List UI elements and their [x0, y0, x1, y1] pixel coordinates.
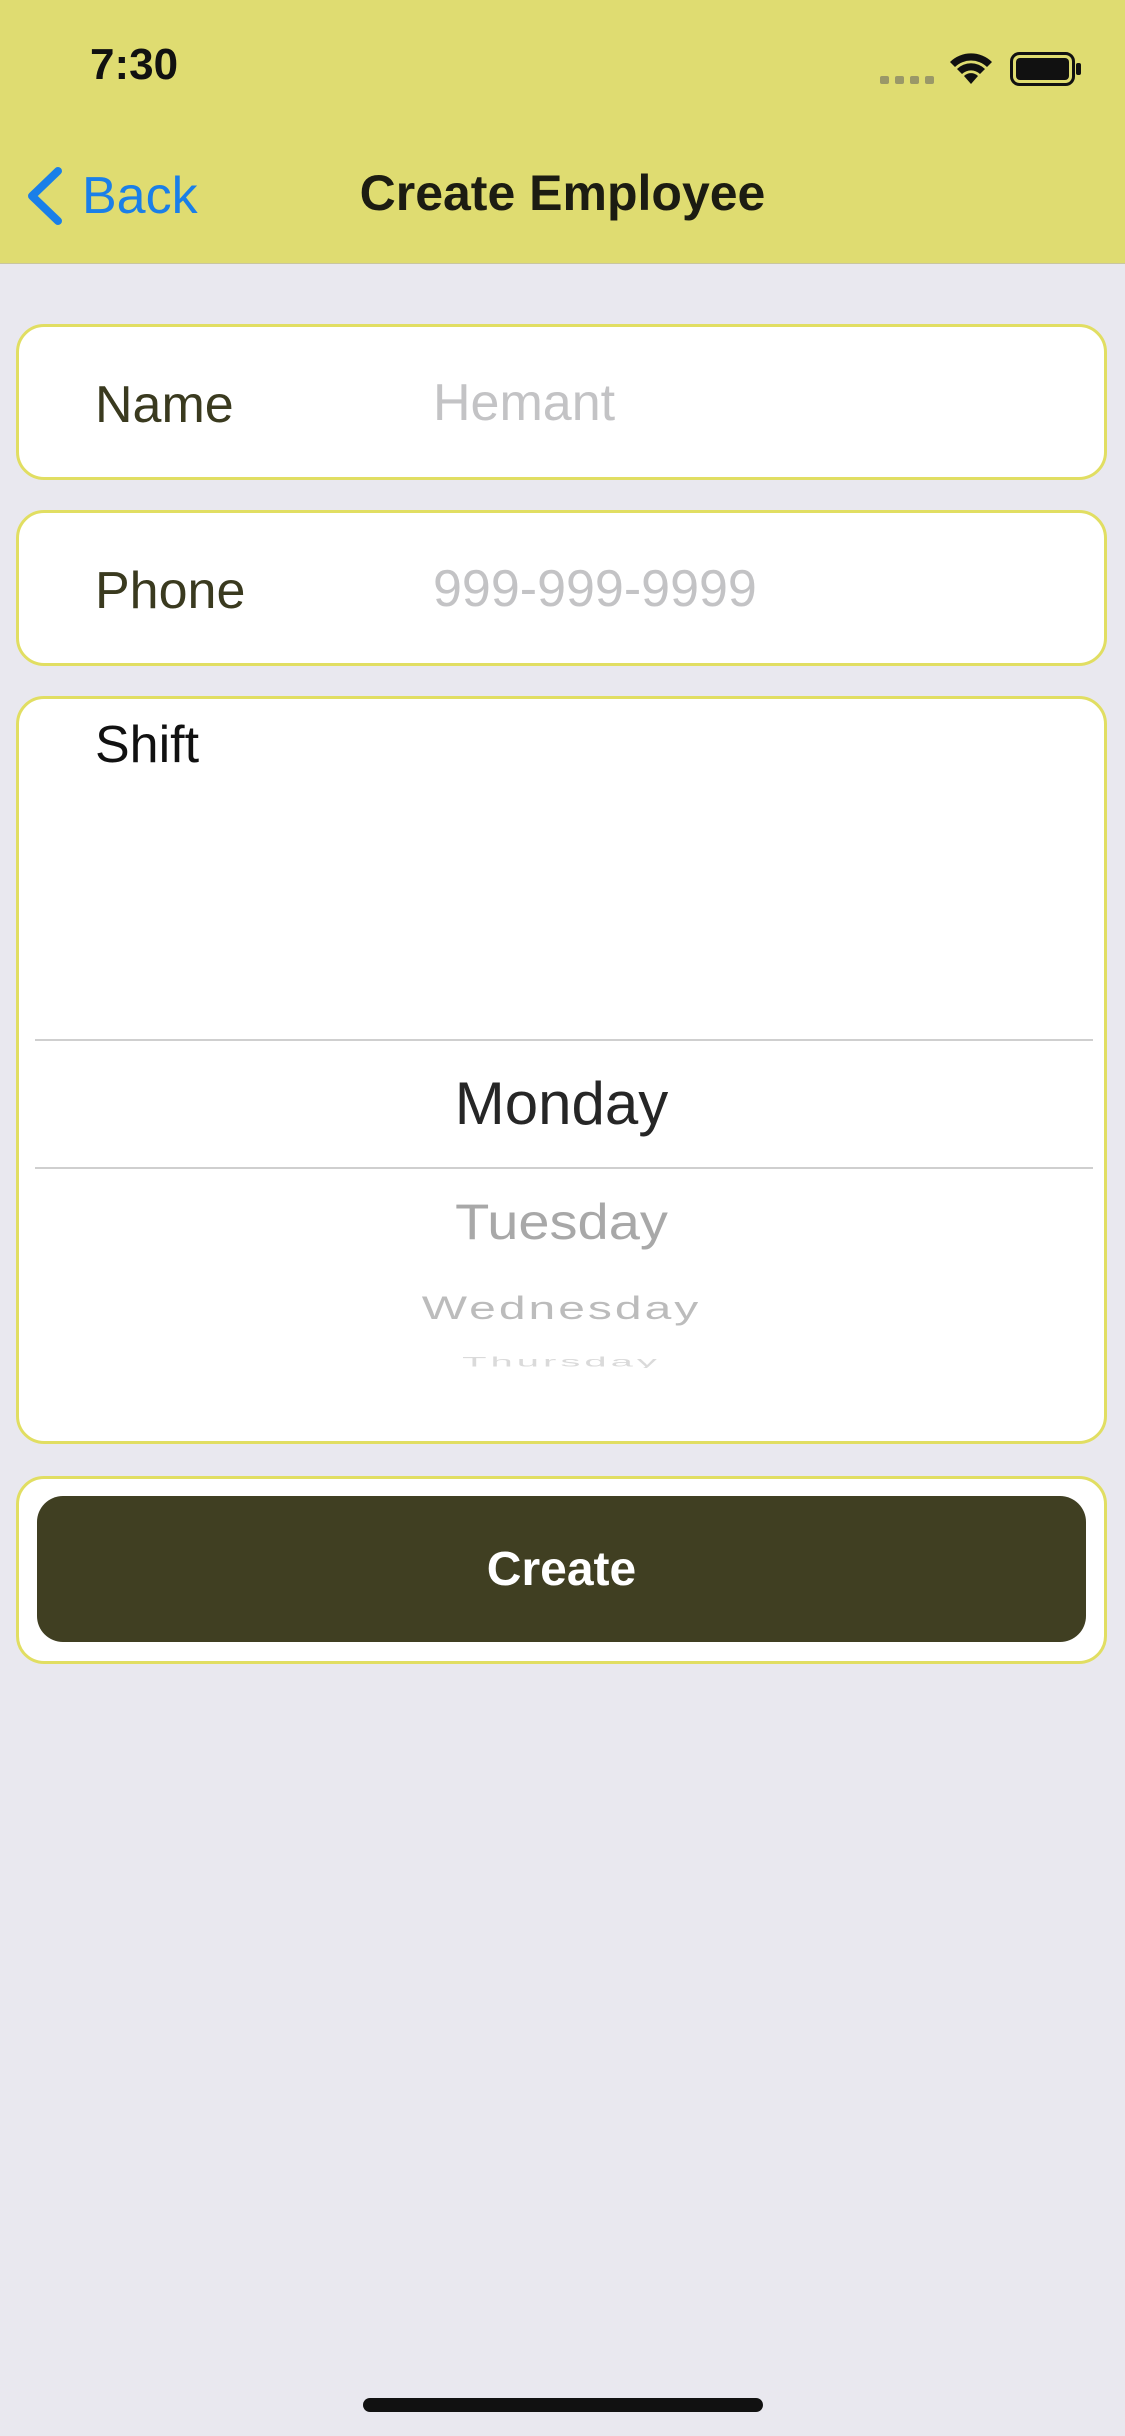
battery-icon — [1010, 52, 1081, 86]
phone-field-card: Phone — [16, 510, 1107, 666]
picker-selection-top-line — [35, 1039, 1093, 1041]
picker-option[interactable]: Tuesday — [19, 1192, 1104, 1251]
picker-option-selected[interactable]: Monday — [19, 1069, 1104, 1138]
picker-option[interactable]: Wednesday — [19, 1290, 1104, 1327]
page-title: Create Employee — [359, 165, 766, 221]
home-indicator[interactable] — [363, 2398, 763, 2412]
status-time: 7:30 — [90, 40, 179, 89]
shift-label: Shift — [95, 716, 200, 774]
signal-icon — [880, 76, 934, 84]
name-label: Name — [95, 376, 234, 434]
create-button-card: Create — [16, 1476, 1107, 1664]
name-input[interactable] — [433, 371, 1073, 435]
picker-selection-bottom-line — [35, 1167, 1093, 1169]
name-field-card: Name — [16, 324, 1107, 480]
picker-option[interactable]: Thursday — [19, 1354, 1104, 1368]
navigation-bar: 7:30 Back Create Employee — [0, 0, 1125, 264]
create-button[interactable]: Create — [37, 1496, 1086, 1642]
shift-picker-card: Shift Monday Tuesday Wednesday Thursday — [16, 696, 1107, 1444]
wifi-icon — [950, 53, 992, 84]
phone-input[interactable] — [433, 557, 1073, 621]
phone-label: Phone — [95, 562, 246, 620]
